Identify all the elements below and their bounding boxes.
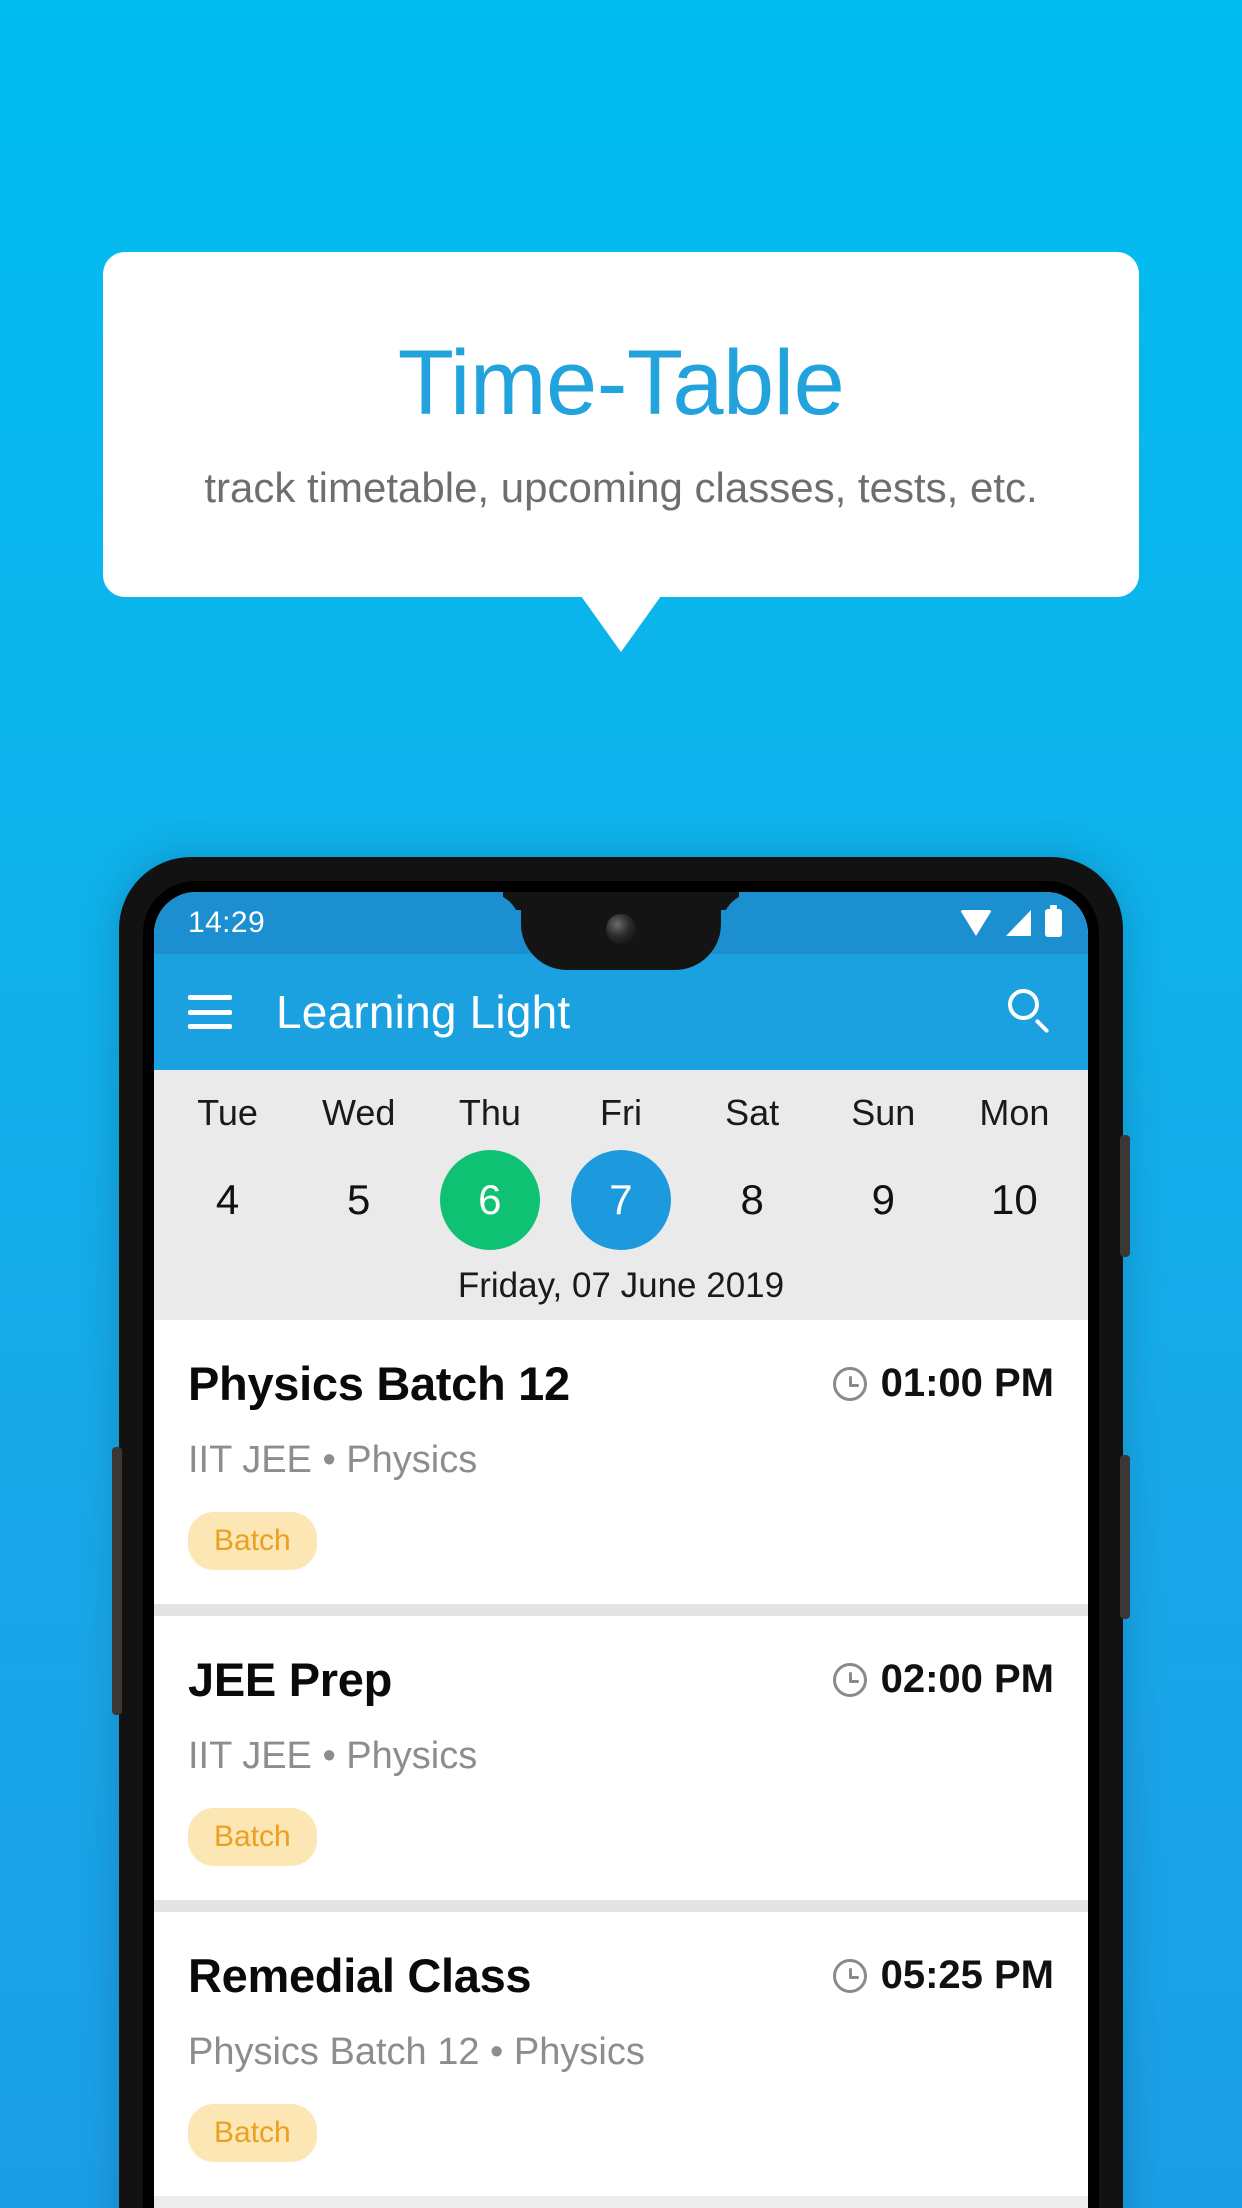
day-name: Mon bbox=[979, 1092, 1050, 1133]
promo-callout: Time-Table track timetable, upcoming cla… bbox=[103, 252, 1139, 597]
status-icons bbox=[960, 905, 1062, 937]
day-cell-wed[interactable]: Wed 5 bbox=[293, 1086, 424, 1250]
day-cell-tue[interactable]: Tue 4 bbox=[162, 1086, 293, 1250]
day-name: Wed bbox=[322, 1092, 396, 1133]
app-title: Learning Light bbox=[276, 986, 571, 1038]
day-number-today: 6 bbox=[439, 1150, 540, 1250]
selected-date-label: Friday, 07 June 2019 bbox=[457, 1266, 785, 1305]
day-cell-mon[interactable]: Mon 10 bbox=[949, 1086, 1080, 1250]
day-number-selected: 7 bbox=[570, 1150, 671, 1250]
day-name: Sun bbox=[851, 1092, 916, 1133]
class-subtitle: IIT JEE • Physics bbox=[188, 1439, 478, 1481]
day-number: 10 bbox=[991, 1176, 1038, 1223]
signal-icon bbox=[1006, 910, 1031, 936]
app-bar: Learning Light bbox=[154, 954, 1088, 1070]
day-cell-sun[interactable]: Sun 9 bbox=[818, 1086, 949, 1250]
battery-icon bbox=[1045, 905, 1062, 937]
class-subtitle: IIT JEE • Physics bbox=[188, 1735, 478, 1777]
card-header: JEE Prep 02:00 PM bbox=[188, 1652, 1054, 1707]
class-time-label: 05:25 PM bbox=[880, 1953, 1054, 1997]
page-subtitle: track timetable, upcoming classes, tests… bbox=[204, 463, 1038, 511]
wifi-icon bbox=[960, 910, 992, 936]
phone-viewport: 14:29 Learning Light Tue 4 Wed 5 Thu 6 F… bbox=[154, 892, 1088, 2208]
day-cell-sat[interactable]: Sat 8 bbox=[687, 1086, 818, 1250]
class-title: JEE Prep bbox=[188, 1653, 392, 1706]
card-header: Physics Batch 12 01:00 PM bbox=[188, 1356, 1054, 1411]
class-title: Physics Batch 12 bbox=[188, 1357, 570, 1410]
day-name: Tue bbox=[197, 1092, 258, 1133]
date-strip: Tue 4 Wed 5 Thu 6 Fri 7 Sat 8 Sun 9 Mon … bbox=[154, 1070, 1088, 1320]
class-time: 05:25 PM bbox=[832, 1953, 1054, 1998]
day-name: Fri bbox=[600, 1092, 642, 1133]
card-header: Remedial Class 05:25 PM bbox=[188, 1948, 1054, 2003]
class-time-label: 01:00 PM bbox=[880, 1361, 1054, 1405]
status-badge: Batch bbox=[188, 1808, 317, 1866]
status-badge: Batch bbox=[188, 1512, 317, 1570]
day-cell-thu[interactable]: Thu 6 bbox=[424, 1086, 555, 1250]
power-button[interactable] bbox=[1120, 1135, 1130, 1257]
front-camera-icon bbox=[606, 914, 636, 944]
day-number: 8 bbox=[740, 1176, 764, 1223]
day-number: 5 bbox=[347, 1176, 371, 1223]
days-row: Tue 4 Wed 5 Thu 6 Fri 7 Sat 8 Sun 9 Mon … bbox=[154, 1086, 1088, 1250]
clock-icon bbox=[832, 1662, 867, 1697]
search-icon[interactable] bbox=[1008, 989, 1054, 1035]
day-number: 4 bbox=[215, 1176, 240, 1223]
class-card[interactable]: Physics Batch 12 01:00 PM IIT JEE • Phys… bbox=[154, 1320, 1088, 1604]
day-name: Thu bbox=[458, 1092, 521, 1133]
class-card[interactable]: JEE Prep 02:00 PM IIT JEE • Physics Batc… bbox=[154, 1616, 1088, 1900]
clock-icon bbox=[832, 1958, 867, 1993]
class-card[interactable]: Remedial Class 05:25 PM Physics Batch 12… bbox=[154, 1912, 1088, 2196]
callout-tail bbox=[581, 596, 661, 652]
status-bar: 14:29 bbox=[154, 892, 1088, 970]
day-number: 9 bbox=[871, 1176, 895, 1223]
page-title: Time-Table bbox=[397, 331, 845, 434]
class-time: 01:00 PM bbox=[832, 1361, 1054, 1406]
class-title: Remedial Class bbox=[188, 1949, 532, 2002]
phone-bezel: 14:29 Learning Light Tue 4 Wed 5 Thu 6 F… bbox=[143, 881, 1099, 2208]
volume-button-right[interactable] bbox=[1120, 1455, 1130, 1619]
day-name: Sat bbox=[725, 1092, 780, 1133]
promo-screen: Time-Table track timetable, upcoming cla… bbox=[0, 0, 1242, 2208]
volume-button-left[interactable] bbox=[112, 1447, 122, 1715]
class-list: Physics Batch 12 01:00 PM IIT JEE • Phys… bbox=[154, 1320, 1088, 2196]
day-cell-fri[interactable]: Fri 7 bbox=[555, 1086, 686, 1250]
class-time: 02:00 PM bbox=[832, 1657, 1054, 1702]
hamburger-menu-icon[interactable] bbox=[188, 995, 232, 1029]
phone-device: 14:29 Learning Light Tue 4 Wed 5 Thu 6 F… bbox=[112, 857, 1130, 2208]
status-badge: Batch bbox=[188, 2104, 317, 2162]
status-time: 14:29 bbox=[188, 906, 266, 939]
class-time-label: 02:00 PM bbox=[880, 1657, 1054, 1701]
clock-icon bbox=[832, 1366, 867, 1401]
class-subtitle: Physics Batch 12 • Physics bbox=[188, 2031, 645, 2073]
